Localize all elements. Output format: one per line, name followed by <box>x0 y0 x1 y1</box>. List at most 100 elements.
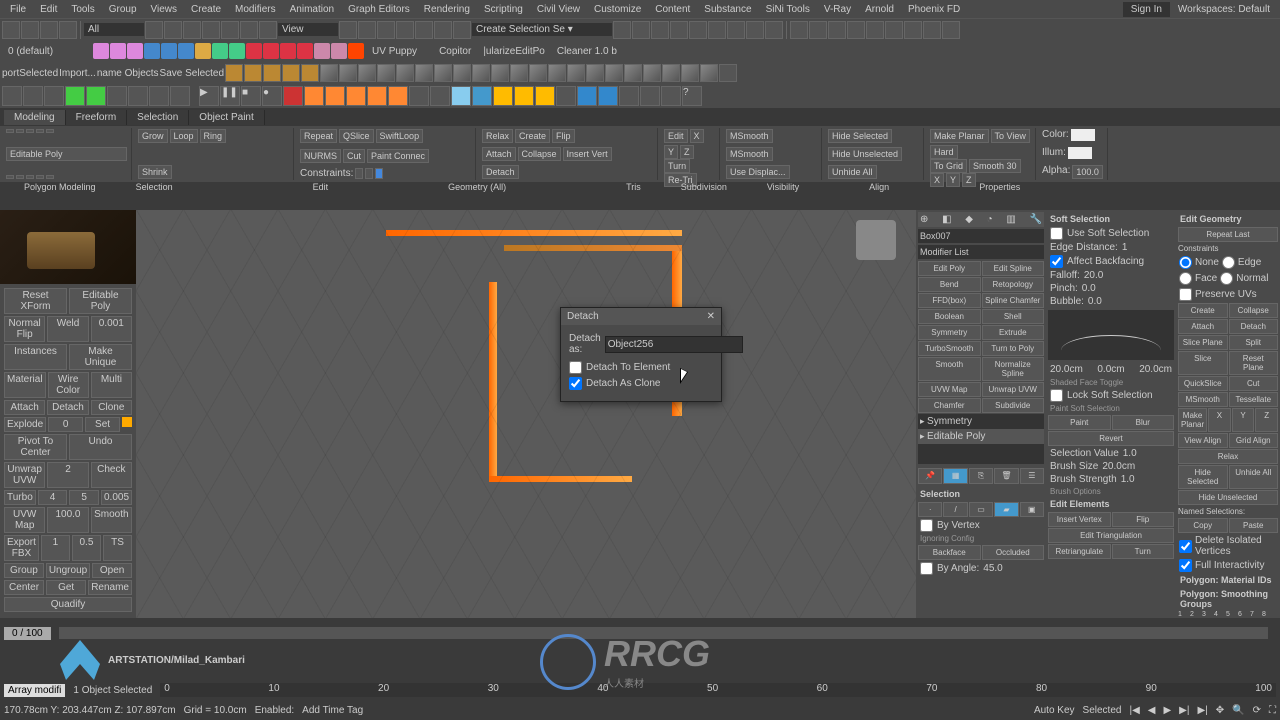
turn2-button[interactable]: Turn <box>1112 544 1175 559</box>
place-icon[interactable] <box>259 21 277 39</box>
nav-zoom-icon[interactable]: 🔍 <box>1232 705 1244 716</box>
group-label-props[interactable]: Properties <box>959 182 1040 196</box>
import-button[interactable]: Import... <box>59 68 96 79</box>
constraint-none-icon[interactable] <box>355 168 363 179</box>
sel-poly-icon[interactable]: ▰ <box>994 502 1018 517</box>
hide-unsel-button[interactable]: Hide Unselected <box>828 147 902 161</box>
command-panel-tabs[interactable]: ⊕ ◧ ◆ ◔ ▥ 🔧 <box>918 212 1044 227</box>
create2-button[interactable]: Create <box>1178 303 1228 318</box>
tool-e-icon[interactable] <box>942 21 960 39</box>
copitor-label[interactable]: Copitor <box>439 46 471 57</box>
split-button[interactable]: Split <box>1229 335 1279 350</box>
grid-c-icon[interactable] <box>847 21 865 39</box>
stack-symmetry[interactable]: ▸ Symmetry <box>918 414 1044 429</box>
make-unique-button[interactable]: Make Unique <box>69 344 132 370</box>
mod-unwrap[interactable]: Unwrap UVW <box>982 382 1045 397</box>
weld-value[interactable]: 0.001 <box>91 316 132 342</box>
spline-a-icon[interactable] <box>144 43 160 59</box>
workspaces-dropdown[interactable]: Workspaces: Default <box>1172 3 1276 16</box>
menu-edit[interactable]: Edit <box>34 3 63 16</box>
modify-tab-icon[interactable]: ◧ <box>942 214 951 225</box>
stack-config-icon[interactable]: ☰ <box>1020 468 1044 484</box>
move-icon[interactable] <box>202 21 220 39</box>
layers-icon[interactable] <box>651 21 669 39</box>
selmode-3-icon[interactable] <box>44 86 64 106</box>
prim-14-icon[interactable] <box>472 64 490 82</box>
turbo-button[interactable]: Turbo <box>4 490 36 505</box>
help-icon[interactable] <box>719 64 737 82</box>
quickslice-button[interactable]: QuickSlice <box>1178 376 1228 391</box>
prim-15-icon[interactable] <box>491 64 509 82</box>
sg-8[interactable]: 8 <box>1262 611 1273 618</box>
copy-button[interactable]: Copy <box>1178 518 1228 533</box>
y-btn[interactable]: Y <box>664 145 678 159</box>
object-name-field[interactable]: Box007 <box>918 229 1044 243</box>
ungroup-button[interactable]: Ungroup <box>46 563 90 578</box>
selmode-5-icon[interactable] <box>86 86 106 106</box>
fx-18-icon[interactable] <box>640 86 660 106</box>
stack-d-icon[interactable] <box>36 175 44 179</box>
uvwmap-button[interactable]: UVW Map <box>4 507 45 533</box>
subobj-edge-icon[interactable] <box>16 129 24 133</box>
y2-button[interactable]: Y <box>1232 408 1255 432</box>
detach-as-clone-checkbox[interactable] <box>569 377 582 390</box>
make-planar-button[interactable]: Make Planar <box>930 129 989 143</box>
mod-extrude[interactable]: Extrude <box>982 325 1045 340</box>
sini-a-icon[interactable] <box>246 43 262 59</box>
to-grid-button[interactable]: To Grid <box>930 159 967 173</box>
x-btn[interactable]: X <box>690 129 704 143</box>
timetag-button[interactable]: Add Time Tag <box>302 705 363 716</box>
ring-button[interactable]: Ring <box>200 129 227 143</box>
mod-subdivide[interactable]: Subdivide <box>982 398 1045 413</box>
selmode-2-icon[interactable] <box>23 86 43 106</box>
sini-f-icon[interactable] <box>331 43 347 59</box>
undo-icon[interactable] <box>2 21 20 39</box>
fx-5-icon[interactable] <box>367 86 387 106</box>
center-button[interactable]: Center <box>4 580 44 595</box>
prim-18-icon[interactable] <box>548 64 566 82</box>
mod-shell[interactable]: Shell <box>982 309 1045 324</box>
nurms-button[interactable]: NURMS <box>300 149 341 163</box>
grid-a-icon[interactable] <box>809 21 827 39</box>
mod-turntopoly[interactable]: Turn to Poly <box>982 341 1045 356</box>
affect-backfacing-checkbox[interactable] <box>1050 255 1063 268</box>
menu-arnold[interactable]: Arnold <box>859 3 900 16</box>
selmode-4-icon[interactable] <box>65 86 85 106</box>
to-view-button[interactable]: To View <box>991 129 1030 143</box>
vray-icon[interactable] <box>790 21 808 39</box>
helper-b-icon[interactable] <box>229 43 245 59</box>
play-icon[interactable]: ▶ <box>199 86 219 106</box>
tool-c-icon[interactable] <box>904 21 922 39</box>
create-tab-icon[interactable]: ⊕ <box>920 214 928 225</box>
stack-show-icon[interactable]: ▦ <box>943 468 967 484</box>
percent-snap-icon[interactable] <box>415 21 433 39</box>
backface-button[interactable]: Backface <box>918 545 981 560</box>
slice-button[interactable]: Slice <box>1178 351 1228 375</box>
sel-vert-icon[interactable]: · <box>918 502 942 517</box>
insert-vert-button[interactable]: Insert Vert <box>563 147 612 161</box>
menu-substance[interactable]: Substance <box>698 3 757 16</box>
rec-icon[interactable]: ● <box>262 86 282 106</box>
illum-swatch[interactable] <box>1068 147 1092 159</box>
reset-xform-button[interactable]: Reset XForm <box>4 288 67 314</box>
menu-rendering[interactable]: Rendering <box>418 3 476 16</box>
align-x-button[interactable]: X <box>930 173 944 187</box>
selection-set-dropdown[interactable]: Create Selection Se ▾ <box>472 23 612 36</box>
mod-editspline[interactable]: Edit Spline <box>982 261 1045 276</box>
hierarchy-tab-icon[interactable]: ◆ <box>965 214 973 225</box>
fx-17-icon[interactable] <box>619 86 639 106</box>
quadify-button[interactable]: Quadify <box>4 597 132 612</box>
create-button[interactable]: Create <box>515 129 550 143</box>
multi-button[interactable]: Multi <box>91 372 132 398</box>
set-swatch[interactable] <box>122 417 132 427</box>
goto-start-icon[interactable]: |◀ <box>1129 705 1139 716</box>
fx-19-icon[interactable] <box>661 86 681 106</box>
fbx-v3[interactable]: TS <box>103 535 132 561</box>
attach3-button[interactable]: Attach <box>1178 319 1228 334</box>
fx-9-icon[interactable] <box>451 86 471 106</box>
subobj-element-icon[interactable] <box>46 129 54 133</box>
constraint-edge-radio[interactable] <box>1222 256 1235 269</box>
hide-unsel2-button[interactable]: Hide Unselected <box>1178 490 1278 505</box>
material-button[interactable]: Material <box>4 372 46 398</box>
menu-scripting[interactable]: Scripting <box>478 3 529 16</box>
